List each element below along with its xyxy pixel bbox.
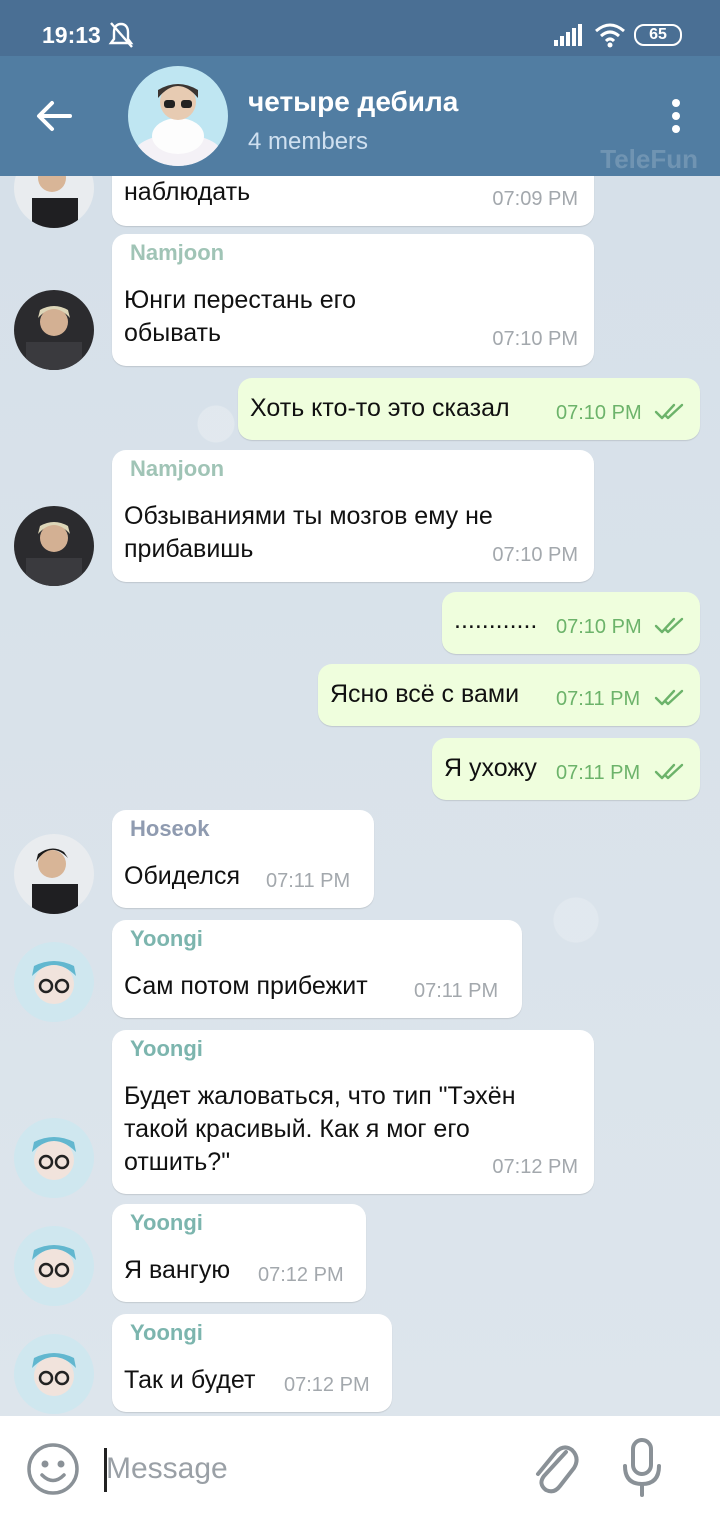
message-bubble-outgoing[interactable]: Ясно всё с вами 07:11 PM	[318, 664, 700, 726]
message-text: Будет жаловаться, что тип "Тэхён такой к…	[124, 1082, 516, 1176]
emoji-icon[interactable]	[26, 1442, 80, 1496]
message-bubble[interactable]: наблюдать 07:09 PM	[112, 176, 594, 226]
sender-name[interactable]: Yoongi	[130, 926, 203, 952]
microphone-icon[interactable]	[620, 1438, 664, 1498]
chat-header: четыре дебила 4 members TeleFun	[0, 56, 720, 176]
read-check-icon	[654, 617, 684, 634]
message-text: Я вангую	[124, 1256, 231, 1284]
more-options-icon[interactable]	[668, 98, 684, 134]
message-time: 07:10 PM	[556, 402, 642, 424]
watermark: TeleFun	[600, 144, 698, 174]
message-text: Юнги перестань его обывать	[124, 286, 357, 347]
avatar-hoseok[interactable]	[14, 176, 94, 228]
bell-muted-icon	[108, 22, 134, 48]
message-bubble[interactable]: Yoongi Так и будет 07:12 PM	[112, 1314, 392, 1412]
message-text: Обзываниями ты мозгов ему не прибавишь	[124, 502, 493, 563]
read-check-icon	[654, 403, 684, 420]
message-bubble[interactable]: Yoongi Будет жаловаться, что тип "Тэхён …	[112, 1030, 594, 1194]
member-count: 4 members	[248, 128, 369, 155]
message-bubble[interactable]: Namjoon Обзываниями ты мозгов ему не при…	[112, 450, 594, 582]
sender-name[interactable]: Yoongi	[130, 1036, 203, 1062]
avatar-yoongi[interactable]	[14, 942, 94, 1022]
message-time: 07:11 PM	[556, 762, 641, 784]
read-check-icon	[654, 689, 684, 706]
message-text: Ясно всё с вами	[330, 680, 520, 708]
message-time: 07:12 PM	[284, 1374, 370, 1396]
avatar-yoongi[interactable]	[14, 1118, 94, 1198]
signal-icon	[554, 24, 582, 46]
sender-name[interactable]: Namjoon	[130, 240, 224, 266]
sender-name[interactable]: Namjoon	[130, 456, 224, 482]
message-text: Обиделся	[124, 862, 241, 890]
message-bubble[interactable]: Hoseok Обиделся 07:11 PM	[112, 810, 374, 908]
message-time: 07:09 PM	[492, 188, 578, 210]
sender-name[interactable]: Yoongi	[130, 1210, 203, 1236]
paperclip-icon[interactable]	[528, 1438, 580, 1498]
message-time: 07:11 PM	[266, 870, 351, 892]
message-list[interactable]: наблюдать 07:09 PM Namjoon Юнги перестан…	[0, 176, 720, 1416]
message-time: 07:10 PM	[492, 328, 578, 350]
group-avatar[interactable]	[128, 66, 228, 166]
message-bubble[interactable]: Namjoon Юнги перестань его обывать 07:10…	[112, 234, 594, 366]
back-arrow-icon[interactable]	[34, 96, 74, 136]
message-text: Хоть кто-то это сказал	[250, 394, 510, 422]
message-text: Так и будет	[124, 1366, 256, 1394]
sender-name[interactable]: Yoongi	[130, 1320, 203, 1346]
message-bubble[interactable]: Yoongi Я вангую 07:12 PM	[112, 1204, 366, 1302]
message-text: Я ухожу	[444, 754, 537, 782]
avatar-hoseok[interactable]	[14, 834, 94, 914]
status-time: 19:13	[42, 22, 101, 48]
message-bubble-outgoing[interactable]: ............ 07:10 PM	[442, 592, 700, 654]
message-bubble-outgoing[interactable]: Хоть кто-то это сказал 07:10 PM	[238, 378, 700, 440]
message-time: 07:11 PM	[556, 688, 641, 710]
message-time: 07:12 PM	[258, 1264, 344, 1286]
wifi-icon	[595, 23, 625, 48]
message-time: 07:11 PM	[414, 980, 499, 1002]
message-time: 07:12 PM	[492, 1156, 578, 1178]
status-bar: 19:13 65	[0, 0, 720, 56]
message-text: Сам потом прибежит	[124, 972, 368, 1000]
avatar-namjoon[interactable]	[14, 290, 94, 370]
message-input[interactable]	[106, 1444, 506, 1494]
avatar-yoongi[interactable]	[14, 1226, 94, 1306]
message-time: 07:10 PM	[492, 544, 578, 566]
message-bubble[interactable]: Yoongi Сам потом прибежит 07:11 PM	[112, 920, 522, 1018]
message-text: наблюдать	[124, 178, 251, 206]
message-composer	[0, 1416, 720, 1520]
read-check-icon	[654, 763, 684, 780]
battery-indicator: 65	[634, 24, 682, 46]
chat-title[interactable]: четыре дебила	[248, 86, 458, 118]
message-text: ............	[454, 606, 538, 634]
avatar-namjoon[interactable]	[14, 506, 94, 586]
sender-name[interactable]: Hoseok	[130, 816, 209, 842]
avatar-yoongi[interactable]	[14, 1334, 94, 1414]
message-time: 07:10 PM	[556, 616, 642, 638]
message-bubble-outgoing[interactable]: Я ухожу 07:11 PM	[432, 738, 700, 800]
